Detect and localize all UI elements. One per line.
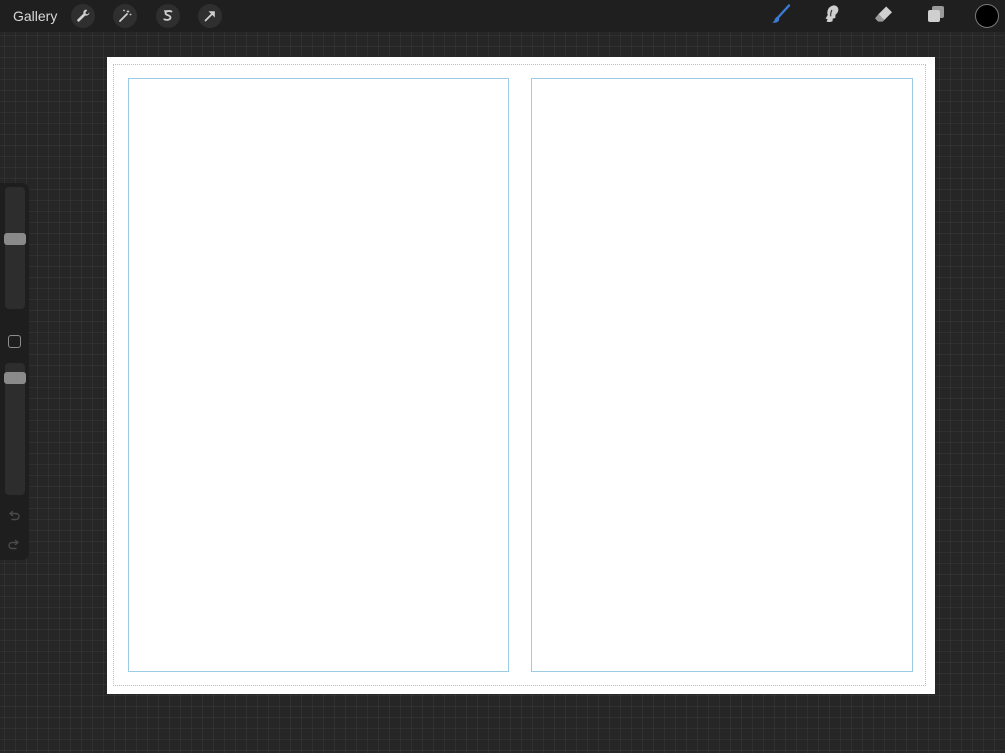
- magic-wand-icon: [117, 8, 133, 24]
- adjustments-button[interactable]: [113, 4, 137, 28]
- redo-icon[interactable]: [7, 538, 21, 552]
- left-panel: [128, 78, 509, 672]
- brush-size-thumb[interactable]: [4, 233, 26, 245]
- gallery-button[interactable]: Gallery: [13, 8, 57, 24]
- color-picker-button[interactable]: [975, 4, 999, 28]
- wrench-icon: [75, 8, 91, 24]
- actions-button[interactable]: [71, 4, 95, 28]
- transform-button[interactable]: [198, 4, 222, 28]
- layers-icon: [925, 3, 947, 30]
- right-panel: [531, 78, 913, 672]
- side-bar: [0, 183, 29, 560]
- selection-button[interactable]: [156, 4, 180, 28]
- layers-button[interactable]: [923, 3, 949, 29]
- modify-button[interactable]: [8, 335, 21, 348]
- brush-icon: [770, 3, 792, 30]
- top-toolbar: Gallery: [0, 0, 1005, 32]
- opacity-thumb[interactable]: [4, 372, 26, 384]
- brush-tool-button[interactable]: [768, 3, 794, 29]
- smudge-tool-button[interactable]: [819, 3, 845, 29]
- drawing-canvas[interactable]: [107, 57, 935, 694]
- transform-arrow-icon: [202, 8, 218, 24]
- undo-icon[interactable]: [7, 509, 21, 523]
- eraser-icon: [873, 3, 895, 30]
- brush-size-slider[interactable]: [4, 187, 26, 309]
- opacity-slider[interactable]: [4, 363, 26, 495]
- selection-s-icon: [160, 8, 176, 24]
- eraser-tool-button[interactable]: [871, 3, 897, 29]
- smudge-icon: [821, 3, 843, 30]
